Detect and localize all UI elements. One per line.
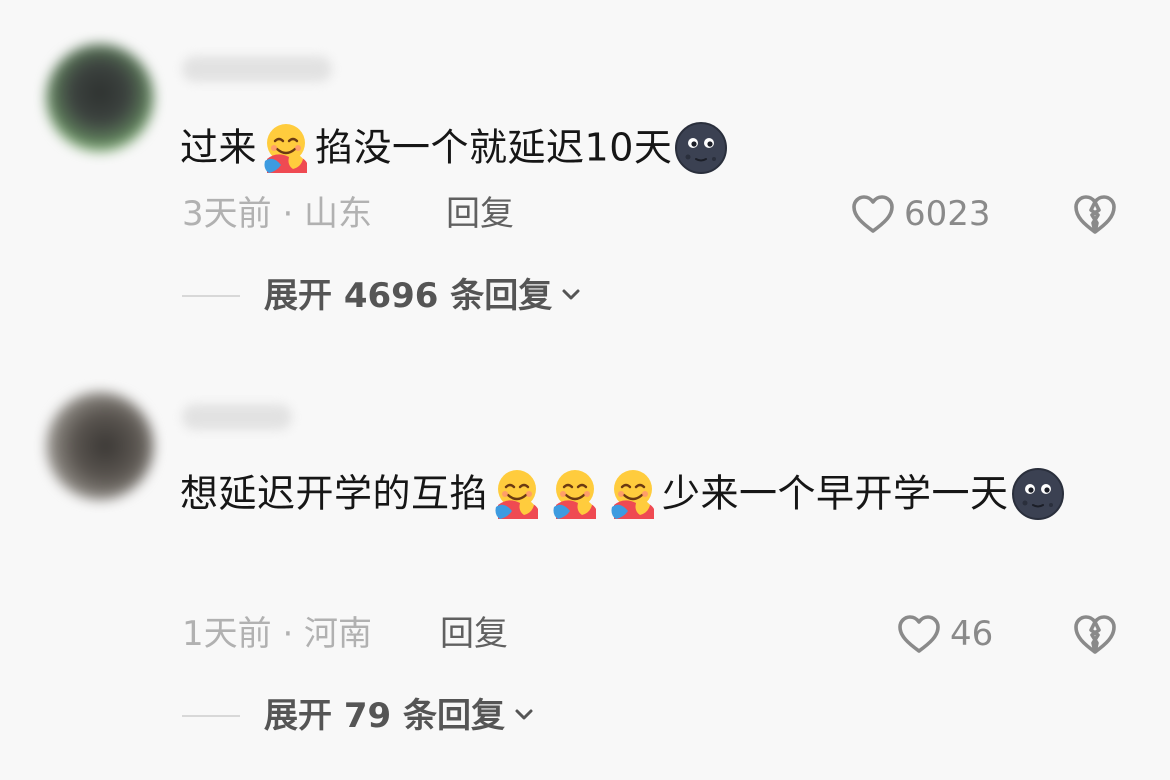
expand-replies-label[interactable]: 展开 4696 条回复 <box>264 274 552 318</box>
comment-time-location: 3天前 · 山东 <box>182 194 373 234</box>
expand-replies-label[interactable]: 展开 79 条回复 <box>264 694 505 738</box>
comment-text-segment: 过来 <box>180 125 258 170</box>
comment-text: 想延迟开学的互掐 少来一个早开学一天 <box>180 458 1120 527</box>
new-moon-face-emoji <box>674 121 728 175</box>
heart-outline-icon <box>896 613 942 655</box>
comment-meta: 3天前 · 山东 回复 6023 <box>182 192 1132 236</box>
chevron-down-icon <box>552 283 582 309</box>
avatar[interactable] <box>46 392 154 500</box>
like-count: 6023 <box>904 194 991 234</box>
dislike-button[interactable] <box>1072 612 1118 656</box>
divider-line <box>182 715 240 717</box>
dislike-button[interactable] <box>1072 192 1118 236</box>
reply-button[interactable]: 回复 <box>440 612 508 656</box>
comment-text-segment: 掐没一个就延迟10天 <box>315 125 673 170</box>
chevron-down-icon <box>505 703 535 729</box>
comment-text-segment: 少来一个早开学一天 <box>662 471 1009 516</box>
comment-text: 过来 掐没一个就延迟10天 <box>180 112 1120 181</box>
reply-button[interactable]: 回复 <box>446 192 514 236</box>
comment-meta: 1天前 · 河南 回复 46 <box>182 612 1132 656</box>
username-blurred[interactable] <box>182 404 292 430</box>
like-button[interactable]: 46 <box>896 612 993 656</box>
expand-replies[interactable]: 展开 4696 条回复 <box>182 274 882 318</box>
avatar[interactable] <box>46 44 154 152</box>
comment-list: 过来 掐没一个就延迟10天 3天前 · 山东 回复 6023 展开 4696 条回… <box>0 0 1170 780</box>
like-count: 46 <box>950 614 994 654</box>
hugging-face-emoji <box>606 467 660 521</box>
hugging-face-emoji <box>259 121 313 175</box>
comment-text-segment: 想延迟开学的互掐 <box>180 471 489 516</box>
comment-time-location: 1天前 · 河南 <box>182 614 373 654</box>
username-blurred[interactable] <box>182 56 332 82</box>
heart-outline-icon <box>850 193 896 235</box>
like-button[interactable]: 6023 <box>850 192 991 236</box>
broken-heart-icon <box>1072 192 1118 236</box>
broken-heart-icon <box>1072 612 1118 656</box>
hugging-face-emoji <box>548 467 602 521</box>
divider-line <box>182 295 240 297</box>
new-moon-face-emoji <box>1011 467 1065 521</box>
expand-replies[interactable]: 展开 79 条回复 <box>182 694 882 738</box>
hugging-face-emoji <box>490 467 544 521</box>
